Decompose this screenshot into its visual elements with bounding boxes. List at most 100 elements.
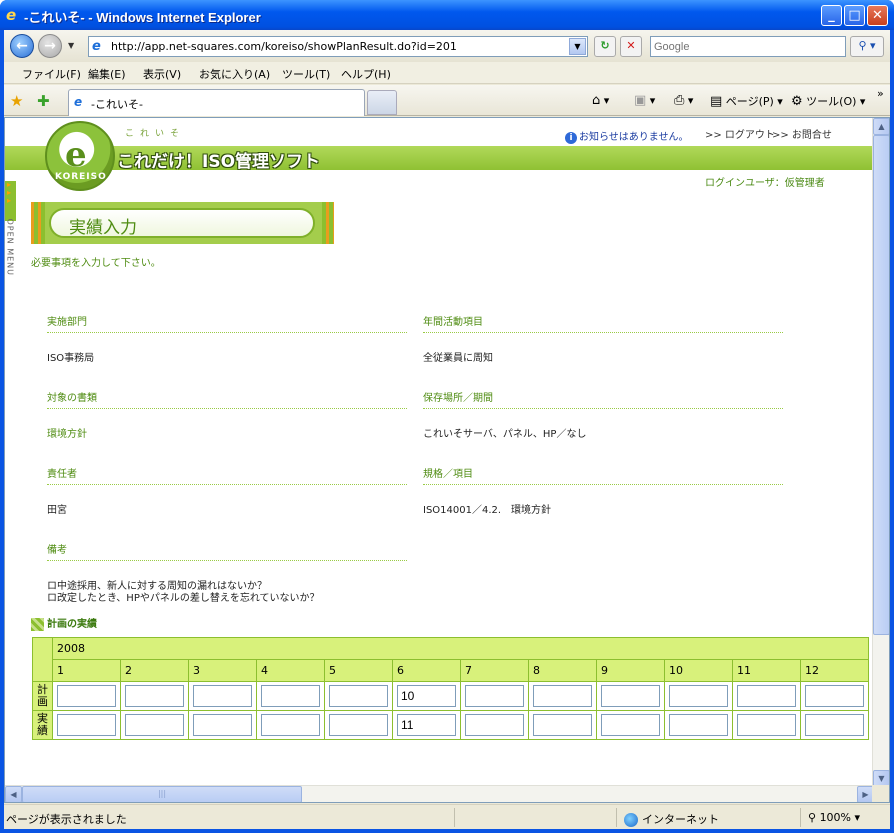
- vertical-scrollbar[interactable]: ▲ ▼: [872, 118, 889, 787]
- title-bar: e -これいそ- - Windows Internet Explorer _ □…: [0, 0, 894, 30]
- result-cell: [324, 710, 393, 740]
- maximize-button[interactable]: □: [844, 5, 865, 26]
- corner-cell: [32, 637, 53, 682]
- logout-link[interactable]: >> ログアウト: [705, 126, 775, 141]
- menu-help[interactable]: ヘルプ(H): [341, 66, 391, 82]
- plan-result-table: 2008 123456789101112 計画 実績: [32, 637, 869, 740]
- tools-menu[interactable]: ⚙ ツール(O) ▾: [791, 93, 865, 109]
- plan-input[interactable]: [397, 685, 456, 707]
- history-dropdown-icon[interactable]: ▼: [68, 41, 74, 50]
- plan-cell: [664, 681, 733, 711]
- result-input[interactable]: [805, 714, 864, 736]
- tab-ie-icon: e: [74, 95, 83, 109]
- result-input[interactable]: [397, 714, 456, 736]
- month-header: 3: [188, 659, 257, 682]
- info-icon: i: [565, 132, 577, 144]
- forward-button[interactable]: →: [38, 34, 62, 58]
- security-zone[interactable]: インターネット: [624, 811, 719, 827]
- plan-input[interactable]: [329, 685, 388, 707]
- plan-input[interactable]: [737, 685, 796, 707]
- plan-cell: [460, 681, 529, 711]
- horizontal-scroll-thumb[interactable]: |||: [22, 786, 302, 802]
- new-tab-button[interactable]: [367, 90, 397, 115]
- menu-tools[interactable]: ツール(T): [282, 66, 330, 82]
- menu-favorites[interactable]: お気に入り(A): [199, 66, 270, 82]
- favorites-star-icon[interactable]: ★: [10, 92, 23, 110]
- search-box[interactable]: [650, 36, 846, 57]
- result-input[interactable]: [465, 714, 524, 736]
- horizontal-scrollbar[interactable]: ◀ ||| ▶: [5, 785, 874, 802]
- menu-view[interactable]: 表示(V): [143, 66, 181, 82]
- scroll-up-icon[interactable]: ▲: [873, 118, 889, 135]
- open-menu-tab[interactable]: ▸ ▸ ▸ OPEN MENU: [5, 181, 16, 283]
- result-input[interactable]: [57, 714, 116, 736]
- result-cell: [188, 710, 257, 740]
- month-header: 10: [664, 659, 733, 682]
- close-button[interactable]: ✕: [867, 5, 888, 26]
- plan-row: 計画: [32, 681, 869, 711]
- browser-client: ← → ▼ e http://app.net-squares.com/korei…: [4, 30, 890, 829]
- month-header: 12: [800, 659, 869, 682]
- minimize-button[interactable]: _: [821, 5, 842, 26]
- plan-input[interactable]: [465, 685, 524, 707]
- plan-cell: [120, 681, 189, 711]
- stop-button[interactable]: ✕: [620, 36, 642, 57]
- zoom-control[interactable]: ⚲ 100% ▾: [808, 811, 860, 824]
- result-cell: [732, 710, 801, 740]
- plan-cell: [596, 681, 665, 711]
- feeds-icon[interactable]: ▣ ▾: [634, 93, 655, 108]
- result-input[interactable]: [125, 714, 184, 736]
- result-cell: [528, 710, 597, 740]
- page-menu[interactable]: ▤ ページ(P) ▾: [710, 93, 783, 109]
- zone-label: インターネット: [642, 813, 719, 826]
- plan-input[interactable]: [669, 685, 728, 707]
- plan-input[interactable]: [193, 685, 252, 707]
- print-icon[interactable]: ⎙ ▾: [674, 93, 693, 108]
- plan-cell: [188, 681, 257, 711]
- plan-input[interactable]: [57, 685, 116, 707]
- contact-link[interactable]: >> お問合せ: [772, 126, 832, 141]
- plan-cell: [324, 681, 393, 711]
- result-input[interactable]: [261, 714, 320, 736]
- plan-input[interactable]: [261, 685, 320, 707]
- result-input[interactable]: [737, 714, 796, 736]
- menu-file[interactable]: ファイル(F): [22, 66, 81, 82]
- plan-row-label: 計画: [32, 681, 53, 711]
- menu-edit[interactable]: 編集(E): [88, 66, 126, 82]
- tab-koreiso[interactable]: e -これいそ-: [68, 89, 365, 116]
- home-icon[interactable]: ⌂ ▾: [592, 93, 609, 108]
- tools-menu-label: ツール(O): [806, 95, 857, 108]
- result-input[interactable]: [601, 714, 660, 736]
- scroll-left-icon[interactable]: ◀: [5, 786, 22, 802]
- chevron-right-icon[interactable]: »: [877, 87, 884, 100]
- plan-section-title: 計画の実績: [31, 615, 97, 631]
- result-input[interactable]: [533, 714, 592, 736]
- page-menu-label: ページ(P): [725, 95, 774, 108]
- doc-value: 環境方針: [47, 429, 87, 440]
- result-cell: [120, 710, 189, 740]
- brand-kana: これいそ: [125, 129, 186, 139]
- plan-input[interactable]: [533, 685, 592, 707]
- back-button[interactable]: ←: [10, 34, 34, 58]
- result-input[interactable]: [329, 714, 388, 736]
- ie-logo-icon: e: [6, 6, 17, 24]
- url-text[interactable]: http://app.net-squares.com/koreiso/showP…: [111, 40, 457, 53]
- search-button[interactable]: ⚲ ▾: [850, 36, 884, 57]
- result-input[interactable]: [669, 714, 728, 736]
- brand-name: これだけ！ISO管理ソフト: [117, 152, 321, 172]
- address-bar[interactable]: e http://app.net-squares.com/koreiso/sho…: [88, 36, 588, 57]
- year-cell: 2008: [52, 637, 869, 660]
- plan-input[interactable]: [601, 685, 660, 707]
- refresh-button[interactable]: ↻: [594, 36, 616, 57]
- search-input[interactable]: [654, 38, 844, 56]
- plan-input[interactable]: [125, 685, 184, 707]
- status-separator: [454, 808, 455, 827]
- month-header: 4: [256, 659, 325, 682]
- add-favorites-icon[interactable]: ✚: [37, 92, 50, 110]
- plan-input[interactable]: [805, 685, 864, 707]
- note-line-2: ロ改定したとき、HPやパネルの差し替えを忘れていないか？: [47, 593, 320, 604]
- page-title-pill: 実績入力: [49, 208, 315, 238]
- address-dropdown-icon[interactable]: ▼: [569, 38, 586, 55]
- result-input[interactable]: [193, 714, 252, 736]
- vertical-scroll-thumb[interactable]: [873, 135, 889, 635]
